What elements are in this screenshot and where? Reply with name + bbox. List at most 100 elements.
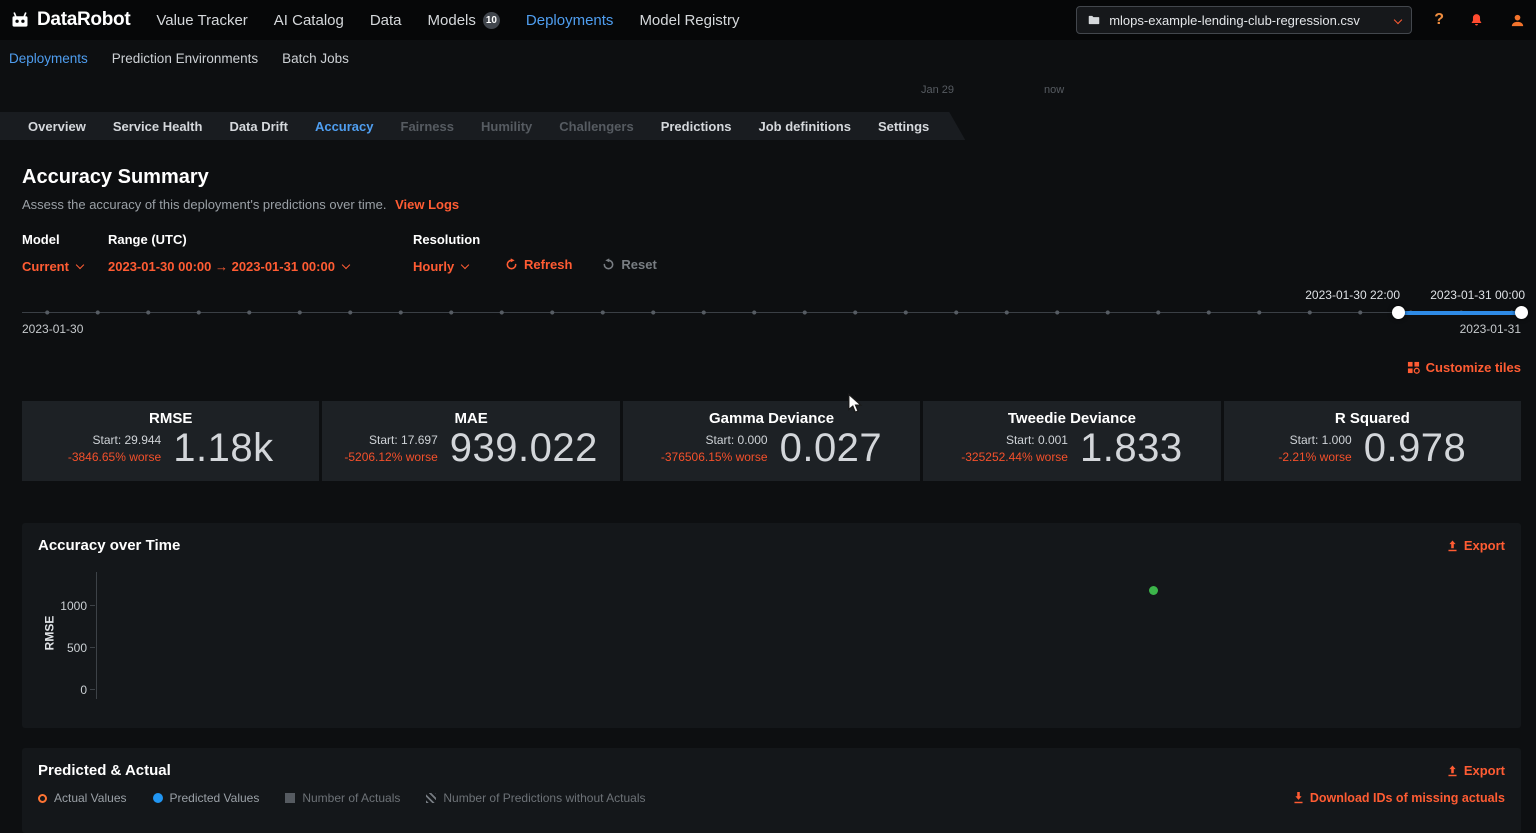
accuracy-data-point[interactable] xyxy=(1148,586,1158,596)
date-range-select[interactable]: 2023-01-30 00:00 → 2023-01-31 00:00 xyxy=(108,259,413,274)
nav-item-models-label: Models xyxy=(427,11,476,29)
legend-item-predicted-values[interactable]: Predicted Values xyxy=(152,791,259,805)
legend-item-predictions-without-actuals[interactable]: Number of Predictions without Actuals xyxy=(426,791,646,805)
tab-accuracy[interactable]: Accuracy xyxy=(315,119,374,134)
slider-selected-range xyxy=(1399,310,1521,315)
datarobot-robot-icon xyxy=(12,12,28,27)
actual-values-swatch-icon xyxy=(38,793,47,803)
reset-button[interactable]: Reset xyxy=(602,257,657,272)
metric-change: -3846.65% worse xyxy=(67,449,162,464)
accuracy-controls: Model Current Range (UTC) 2023-01-30 00:… xyxy=(22,232,1521,274)
time-range-slider: 2023-01-30 22:00 2023-01-31 00:00 2023-0… xyxy=(22,288,1528,338)
y-axis-tick-label: 500 xyxy=(66,641,87,655)
chevron-down-icon xyxy=(460,260,470,269)
nav-item-data[interactable]: Data xyxy=(370,12,402,29)
view-logs-link[interactable]: View Logs xyxy=(395,197,459,212)
metric-change: -376506.15% worse xyxy=(660,449,768,464)
metric-start-value: Start: 1.000 xyxy=(1289,432,1352,447)
legend-item-actual-values[interactable]: Actual Values xyxy=(38,791,127,805)
nav-item-value-tracker[interactable]: Value Tracker xyxy=(156,12,247,29)
metric-start-value: Start: 0.001 xyxy=(1005,432,1068,447)
metric-current-value: 1.833 xyxy=(1079,426,1183,470)
metric-name: MAE xyxy=(454,410,488,427)
subnav-item-batch-jobs[interactable]: Batch Jobs xyxy=(282,51,349,66)
legend-label: Number of Actuals xyxy=(302,791,401,805)
tab-fairness: Fairness xyxy=(400,118,454,134)
metric-current-value: 0.978 xyxy=(1363,426,1467,470)
predicted-and-actual-panel: Predicted & Actual Export Actual Values … xyxy=(22,748,1521,833)
chart-axis-remnant-label: Jan 29 xyxy=(921,84,955,96)
export-icon xyxy=(1448,540,1457,551)
resolution-select[interactable]: Hourly xyxy=(413,259,505,274)
dataset-selector[interactable]: mlops-example-lending-club-regression.cs… xyxy=(1076,6,1413,34)
subnav-item-deployments[interactable]: Deployments xyxy=(9,51,88,66)
nav-item-model-registry[interactable]: Model Registry xyxy=(639,12,739,29)
metric-tile-r-squared: R Squared Start: 1.000 -2.21% worse 0.97… xyxy=(1223,401,1522,481)
metric-name: Tweedie Deviance xyxy=(1007,410,1136,427)
tab-overview[interactable]: Overview xyxy=(28,119,86,134)
legend-label: Actual Values xyxy=(54,791,127,805)
tab-settings[interactable]: Settings xyxy=(878,119,929,134)
nav-item-ai-catalog[interactable]: AI Catalog xyxy=(274,12,344,29)
model-label: Model xyxy=(22,232,60,247)
resolution-label: Resolution xyxy=(413,232,481,247)
user-profile-icon[interactable] xyxy=(1509,12,1526,29)
customize-tiles-button[interactable]: Customize tiles xyxy=(1407,360,1521,375)
accuracy-over-time-panel: Accuracy over Time Export RMSE 1000 500 … xyxy=(22,523,1521,728)
tab-humility: Humility xyxy=(480,118,533,134)
tab-data-drift[interactable]: Data Drift xyxy=(229,119,288,134)
metric-current-value: 1.18k xyxy=(173,426,274,470)
predicted-actual-title: Predicted & Actual xyxy=(38,762,171,779)
slider-range-end-label: 2023-01-31 xyxy=(1459,322,1521,336)
metric-name: Gamma Deviance xyxy=(708,410,835,427)
tab-job-definitions[interactable]: Job definitions xyxy=(759,119,851,134)
deployment-tab-bar: Overview Service Health Data Drift Accur… xyxy=(0,112,965,140)
model-select-value: Current xyxy=(22,259,69,274)
tab-service-health[interactable]: Service Health xyxy=(113,119,203,134)
refresh-button-label: Refresh xyxy=(524,257,573,272)
metric-change: -5206.12% worse xyxy=(344,449,438,464)
refresh-button[interactable]: Refresh xyxy=(505,257,572,272)
models-count-badge: 10 xyxy=(482,11,500,29)
predicted-values-swatch-icon xyxy=(152,793,163,803)
metric-name: R Squared xyxy=(1334,410,1410,427)
legend-label: Number of Predictions without Actuals xyxy=(443,791,646,805)
metric-tile-tweedie-deviance: Tweedie Deviance Start: 0.001 -325252.44… xyxy=(923,401,1221,481)
accuracy-plot: 1000 500 0 xyxy=(60,572,1491,699)
chevron-down-icon xyxy=(341,260,351,269)
metric-start-value: Start: 17.697 xyxy=(369,432,438,447)
help-button[interactable]: ? xyxy=(1434,11,1444,29)
slider-handle-left[interactable] xyxy=(1392,306,1406,319)
legend-item-number-of-actuals[interactable]: Number of Actuals xyxy=(285,791,400,805)
accuracy-over-time-chart: RMSE 1000 500 0 xyxy=(38,554,1505,714)
slider-end-handle-label: 2023-01-31 00:00 xyxy=(1430,288,1525,302)
export-accuracy-button[interactable]: Export xyxy=(1447,538,1505,553)
accuracy-over-time-title: Accuracy over Time xyxy=(38,537,181,554)
nav-item-models[interactable]: Models 10 xyxy=(427,11,500,29)
export-predicted-button[interactable]: Export xyxy=(1447,763,1505,778)
brand-name: DataRobot xyxy=(37,9,131,30)
notifications-bell-icon[interactable] xyxy=(1468,12,1485,29)
datarobot-logo[interactable]: DataRobot xyxy=(10,9,131,31)
slider-track[interactable] xyxy=(22,304,1528,320)
page-title: Accuracy Summary xyxy=(22,166,209,188)
number-of-actuals-swatch-icon xyxy=(285,793,296,803)
metric-change: -325252.44% worse xyxy=(961,449,1068,464)
y-axis-tick-mark xyxy=(90,647,95,648)
predictions-without-actuals-swatch-icon xyxy=(426,793,437,803)
nav-item-deployments[interactable]: Deployments xyxy=(526,12,614,29)
download-label: Download IDs of missing actuals xyxy=(1309,791,1505,805)
subnav-item-prediction-environments[interactable]: Prediction Environments xyxy=(112,51,258,66)
reset-button-label: Reset xyxy=(621,257,657,272)
refresh-icon xyxy=(506,258,517,270)
tab-predictions[interactable]: Predictions xyxy=(661,119,732,134)
secondary-navigation: Deployments Prediction Environments Batc… xyxy=(0,40,1536,76)
metric-current-value: 0.027 xyxy=(779,426,883,470)
predicted-actual-legend: Actual Values Predicted Values Number of… xyxy=(38,791,646,805)
export-label: Export xyxy=(1463,538,1505,553)
slider-handle-right[interactable] xyxy=(1515,306,1528,319)
tab-challengers: Challengers xyxy=(559,118,634,134)
model-select[interactable]: Current xyxy=(22,259,108,274)
y-axis-label: RMSE xyxy=(42,615,57,651)
download-missing-actuals-button[interactable]: Download IDs of missing actuals xyxy=(1293,791,1505,805)
